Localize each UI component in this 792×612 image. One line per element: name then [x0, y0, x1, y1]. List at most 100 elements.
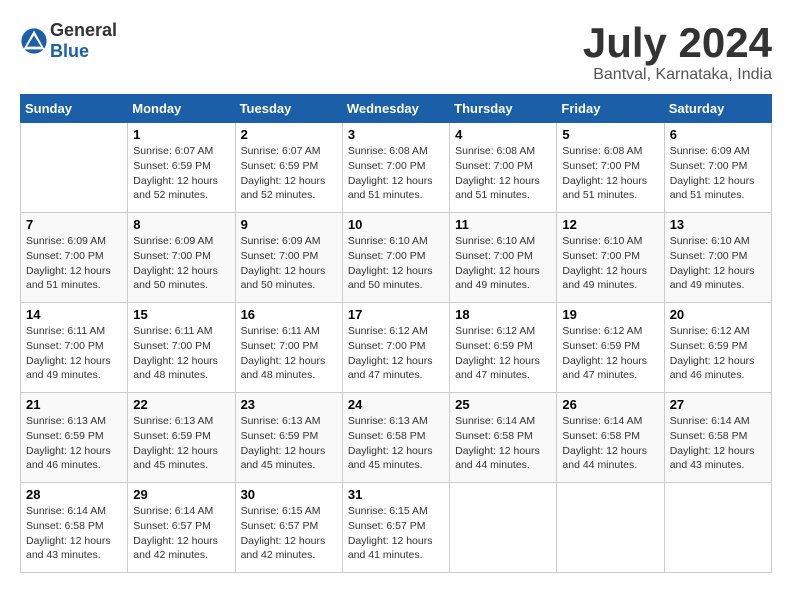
day-info: Sunrise: 6:11 AM Sunset: 7:00 PM Dayligh…	[133, 324, 229, 383]
calendar-cell: 2Sunrise: 6:07 AM Sunset: 6:59 PM Daylig…	[235, 123, 342, 213]
main-title: July 2024	[583, 20, 772, 66]
day-number: 7	[26, 217, 122, 232]
column-header-wednesday: Wednesday	[342, 95, 449, 123]
day-info: Sunrise: 6:09 AM Sunset: 7:00 PM Dayligh…	[670, 144, 766, 203]
calendar-cell: 13Sunrise: 6:10 AM Sunset: 7:00 PM Dayli…	[664, 213, 771, 303]
day-number: 18	[455, 307, 551, 322]
day-info: Sunrise: 6:14 AM Sunset: 6:57 PM Dayligh…	[133, 504, 229, 563]
calendar-cell: 7 Sunrise: 6:09 AM Sunset: 7:00 PM Daylig…	[21, 213, 128, 303]
calendar-cell: 17 Sunrise: 6:12 AM Sunset: 7:00 PM Dayli…	[342, 303, 449, 393]
calendar-cell: 31 Sunrise: 6:15 AM Sunset: 6:57 PM Dayli…	[342, 483, 449, 573]
day-number: 11	[455, 217, 551, 232]
day-info: Sunrise: 6:14 AM Sunset: 6:58 PM Dayligh…	[26, 504, 122, 563]
calendar-header-row: SundayMondayTuesdayWednesdayThursdayFrid…	[21, 95, 772, 123]
day-info: Sunrise: 6:13 AM Sunset: 6:59 PM Dayligh…	[241, 414, 337, 473]
day-info: Sunrise: 6:10 AM Sunset: 7:00 PM Dayligh…	[670, 234, 766, 293]
day-number: 4	[455, 127, 551, 142]
calendar-cell: 4 Sunrise: 6:08 AM Sunset: 7:00 PM Daylig…	[450, 123, 557, 213]
day-number: 21	[26, 397, 122, 412]
day-number: 23	[241, 397, 337, 412]
week-row-3: 14 Sunrise: 6:11 AM Sunset: 7:00 PM Dayli…	[21, 303, 772, 393]
day-info: Sunrise: 6:12 AM Sunset: 6:59 PM Dayligh…	[455, 324, 551, 383]
calendar-cell: 18 Sunrise: 6:12 AM Sunset: 6:59 PM Dayli…	[450, 303, 557, 393]
column-header-friday: Friday	[557, 95, 664, 123]
day-number: 19	[562, 307, 658, 322]
week-row-5: 28 Sunrise: 6:14 AM Sunset: 6:58 PM Dayli…	[21, 483, 772, 573]
calendar-cell: 1 Sunrise: 6:07 AM Sunset: 6:59 PM Daylig…	[128, 123, 235, 213]
calendar-cell: 16Sunrise: 6:11 AM Sunset: 7:00 PM Dayli…	[235, 303, 342, 393]
day-number: 12	[562, 217, 658, 232]
calendar-cell: 14 Sunrise: 6:11 AM Sunset: 7:00 PM Dayli…	[21, 303, 128, 393]
day-info: Sunrise: 6:15 AM Sunset: 6:57 PM Dayligh…	[241, 504, 337, 563]
day-number: 30	[241, 487, 337, 502]
calendar-cell: 25 Sunrise: 6:14 AM Sunset: 6:58 PM Dayli…	[450, 393, 557, 483]
day-number: 28	[26, 487, 122, 502]
calendar-cell: 21 Sunrise: 6:13 AM Sunset: 6:59 PM Dayli…	[21, 393, 128, 483]
day-number: 29	[133, 487, 229, 502]
day-number: 14	[26, 307, 122, 322]
week-row-4: 21 Sunrise: 6:13 AM Sunset: 6:59 PM Dayli…	[21, 393, 772, 483]
day-info: Sunrise: 6:09 AM Sunset: 7:00 PM Dayligh…	[241, 234, 337, 293]
day-info: Sunrise: 6:15 AM Sunset: 6:57 PM Dayligh…	[348, 504, 444, 563]
day-number: 25	[455, 397, 551, 412]
calendar-cell	[557, 483, 664, 573]
calendar-cell: 15Sunrise: 6:11 AM Sunset: 7:00 PM Dayli…	[128, 303, 235, 393]
day-info: Sunrise: 6:14 AM Sunset: 6:58 PM Dayligh…	[562, 414, 658, 473]
calendar-cell: 11 Sunrise: 6:10 AM Sunset: 7:00 PM Dayli…	[450, 213, 557, 303]
day-info: Sunrise: 6:07 AM Sunset: 6:59 PM Dayligh…	[133, 144, 229, 203]
calendar-cell: 29 Sunrise: 6:14 AM Sunset: 6:57 PM Dayli…	[128, 483, 235, 573]
week-row-1: 1 Sunrise: 6:07 AM Sunset: 6:59 PM Daylig…	[21, 123, 772, 213]
calendar-cell: 23 Sunrise: 6:13 AM Sunset: 6:59 PM Dayli…	[235, 393, 342, 483]
calendar-cell: 10 Sunrise: 6:10 AM Sunset: 7:00 PM Dayli…	[342, 213, 449, 303]
day-info: Sunrise: 6:12 AM Sunset: 7:00 PM Dayligh…	[348, 324, 444, 383]
day-info: Sunrise: 6:11 AM Sunset: 7:00 PM Dayligh…	[26, 324, 122, 383]
day-info: Sunrise: 6:14 AM Sunset: 6:58 PM Dayligh…	[455, 414, 551, 473]
day-info: Sunrise: 6:13 AM Sunset: 6:59 PM Dayligh…	[26, 414, 122, 473]
calendar-cell: 28 Sunrise: 6:14 AM Sunset: 6:58 PM Dayli…	[21, 483, 128, 573]
calendar-cell: 8 Sunrise: 6:09 AM Sunset: 7:00 PM Daylig…	[128, 213, 235, 303]
calendar-table: SundayMondayTuesdayWednesdayThursdayFrid…	[20, 94, 772, 573]
calendar-cell: 3 Sunrise: 6:08 AM Sunset: 7:00 PM Daylig…	[342, 123, 449, 213]
day-number: 27	[670, 397, 766, 412]
day-info: Sunrise: 6:08 AM Sunset: 7:00 PM Dayligh…	[562, 144, 658, 203]
logo-icon	[20, 27, 48, 55]
calendar-cell	[21, 123, 128, 213]
day-info: Sunrise: 6:08 AM Sunset: 7:00 PM Dayligh…	[455, 144, 551, 203]
column-header-monday: Monday	[128, 95, 235, 123]
day-info: Sunrise: 6:08 AM Sunset: 7:00 PM Dayligh…	[348, 144, 444, 203]
day-number: 31	[348, 487, 444, 502]
day-number: 16	[241, 307, 337, 322]
calendar-cell: 5 Sunrise: 6:08 AM Sunset: 7:00 PM Daylig…	[557, 123, 664, 213]
calendar-cell: 12 Sunrise: 6:10 AM Sunset: 7:00 PM Dayli…	[557, 213, 664, 303]
day-number: 20	[670, 307, 766, 322]
calendar-cell: 30 Sunrise: 6:15 AM Sunset: 6:57 PM Dayli…	[235, 483, 342, 573]
calendar-cell: 27Sunrise: 6:14 AM Sunset: 6:58 PM Dayli…	[664, 393, 771, 483]
calendar-cell: 26 Sunrise: 6:14 AM Sunset: 6:58 PM Dayli…	[557, 393, 664, 483]
logo-blue: Blue	[50, 41, 89, 61]
calendar-cell: 9 Sunrise: 6:09 AM Sunset: 7:00 PM Daylig…	[235, 213, 342, 303]
day-number: 17	[348, 307, 444, 322]
day-number: 8	[133, 217, 229, 232]
day-number: 24	[348, 397, 444, 412]
day-number: 26	[562, 397, 658, 412]
day-info: Sunrise: 6:13 AM Sunset: 6:58 PM Dayligh…	[348, 414, 444, 473]
day-number: 3	[348, 127, 444, 142]
day-info: Sunrise: 6:09 AM Sunset: 7:00 PM Dayligh…	[133, 234, 229, 293]
subtitle: Bantval, Karnataka, India	[583, 66, 772, 84]
day-info: Sunrise: 6:10 AM Sunset: 7:00 PM Dayligh…	[455, 234, 551, 293]
calendar-cell: 24 Sunrise: 6:13 AM Sunset: 6:58 PM Dayli…	[342, 393, 449, 483]
day-number: 5	[562, 127, 658, 142]
day-info: Sunrise: 6:10 AM Sunset: 7:00 PM Dayligh…	[562, 234, 658, 293]
calendar-cell: 19Sunrise: 6:12 AM Sunset: 6:59 PM Dayli…	[557, 303, 664, 393]
day-number: 1	[133, 127, 229, 142]
title-area: July 2024 Bantval, Karnataka, India	[583, 20, 772, 84]
day-info: Sunrise: 6:13 AM Sunset: 6:59 PM Dayligh…	[133, 414, 229, 473]
week-row-2: 7 Sunrise: 6:09 AM Sunset: 7:00 PM Daylig…	[21, 213, 772, 303]
day-number: 10	[348, 217, 444, 232]
day-number: 9	[241, 217, 337, 232]
day-info: Sunrise: 6:10 AM Sunset: 7:00 PM Dayligh…	[348, 234, 444, 293]
column-header-sunday: Sunday	[21, 95, 128, 123]
page-header: General Blue July 2024 Bantval, Karnatak…	[20, 20, 772, 84]
day-info: Sunrise: 6:12 AM Sunset: 6:59 PM Dayligh…	[670, 324, 766, 383]
day-info: Sunrise: 6:09 AM Sunset: 7:00 PM Dayligh…	[26, 234, 122, 293]
